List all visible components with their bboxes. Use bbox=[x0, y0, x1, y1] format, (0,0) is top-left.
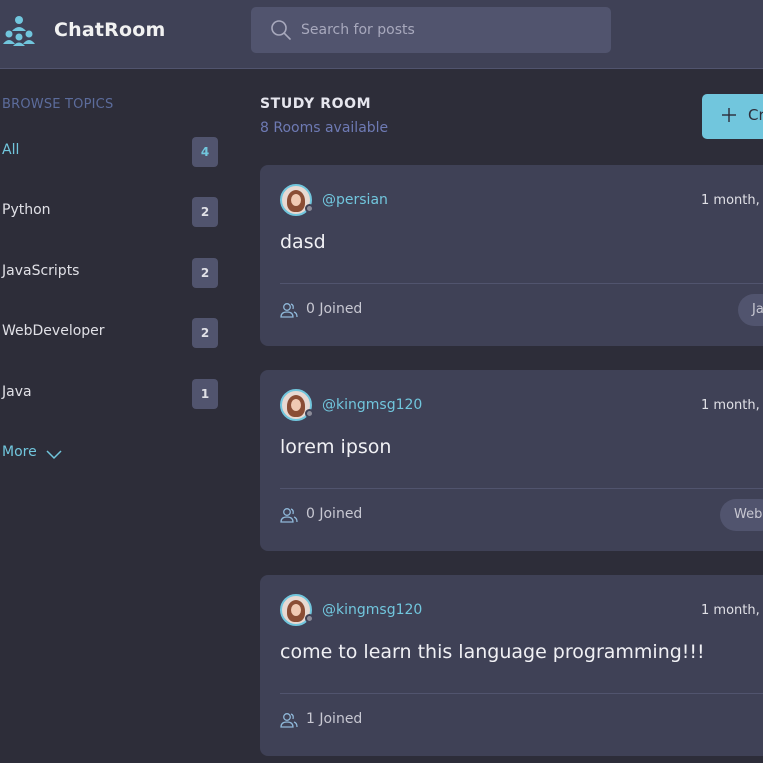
divider bbox=[280, 693, 763, 694]
topic-label: Python bbox=[2, 202, 51, 218]
room-host-username[interactable]: @persian bbox=[322, 192, 388, 208]
chatroom-logo-icon[interactable] bbox=[2, 15, 36, 47]
search-icon bbox=[271, 20, 291, 40]
more-topics-button[interactable]: More bbox=[2, 444, 62, 460]
room-host-username[interactable]: @kingmsg120 bbox=[322, 602, 422, 618]
app-name[interactable]: ChatRoom bbox=[54, 19, 166, 41]
create-room-label: Cr bbox=[748, 106, 763, 124]
topic-label: All bbox=[2, 142, 20, 158]
topic-count-badge: 2 bbox=[192, 197, 218, 227]
topic-count-badge: 2 bbox=[192, 318, 218, 348]
online-status-dot bbox=[305, 409, 314, 418]
users-icon bbox=[280, 713, 298, 728]
room-card[interactable]: @kingmsg120 1 month, 3 come to learn thi… bbox=[260, 575, 763, 756]
topic-label: Java bbox=[2, 384, 32, 400]
divider bbox=[280, 488, 763, 489]
topic-item-java[interactable]: Java 1 bbox=[2, 379, 218, 411]
joined-count: 0 Joined bbox=[306, 301, 363, 317]
online-status-dot bbox=[305, 614, 314, 623]
topic-tag[interactable]: Ja bbox=[738, 294, 763, 326]
topic-count-badge: 2 bbox=[192, 258, 218, 288]
topic-item-webdeveloper[interactable]: WebDeveloper 2 bbox=[2, 318, 218, 350]
more-label: More bbox=[2, 444, 37, 460]
room-title[interactable]: come to learn this language programming!… bbox=[280, 641, 705, 663]
topic-count-badge: 4 bbox=[192, 137, 218, 167]
room-timestamp: 1 month, 3 bbox=[701, 603, 763, 618]
topic-label: WebDeveloper bbox=[2, 323, 105, 339]
topic-count-badge: 1 bbox=[192, 379, 218, 409]
users-icon bbox=[280, 508, 298, 523]
topics-sidebar: BROWSE TOPICS All 4 Python 2 JavaScripts… bbox=[0, 68, 230, 763]
topic-item-javascripts[interactable]: JavaScripts 2 bbox=[2, 258, 218, 290]
joined-count: 0 Joined bbox=[306, 506, 363, 522]
create-room-button[interactable]: Cr bbox=[702, 94, 763, 139]
browse-topics-heading: BROWSE TOPICS bbox=[2, 97, 114, 112]
room-card[interactable]: @kingmsg120 1 month, 3 lorem ipson 0 Joi… bbox=[260, 370, 763, 551]
topic-tag[interactable]: Web bbox=[720, 499, 763, 531]
room-card[interactable]: @persian 1 month, 3 dasd 0 Joined Ja bbox=[260, 165, 763, 346]
topic-item-all[interactable]: All 4 bbox=[2, 137, 218, 169]
search-bar[interactable] bbox=[251, 7, 611, 53]
room-host-username[interactable]: @kingmsg120 bbox=[322, 397, 422, 413]
divider bbox=[280, 283, 763, 284]
room-timestamp: 1 month, 3 bbox=[701, 398, 763, 413]
page-title: STUDY ROOM bbox=[260, 96, 372, 112]
users-icon bbox=[280, 303, 298, 318]
topic-label: JavaScripts bbox=[2, 263, 80, 279]
room-timestamp: 1 month, 3 bbox=[701, 193, 763, 208]
online-status-dot bbox=[305, 204, 314, 213]
topic-item-python[interactable]: Python 2 bbox=[2, 197, 218, 229]
plus-icon bbox=[722, 108, 736, 122]
search-input[interactable] bbox=[301, 7, 601, 53]
joined-count: 1 Joined bbox=[306, 711, 363, 727]
rooms-available-count: 8 Rooms available bbox=[260, 120, 389, 136]
room-title[interactable]: lorem ipson bbox=[280, 436, 391, 458]
chevron-down-icon bbox=[46, 450, 62, 460]
top-header: ChatRoom bbox=[0, 0, 763, 69]
room-title[interactable]: dasd bbox=[280, 231, 326, 253]
